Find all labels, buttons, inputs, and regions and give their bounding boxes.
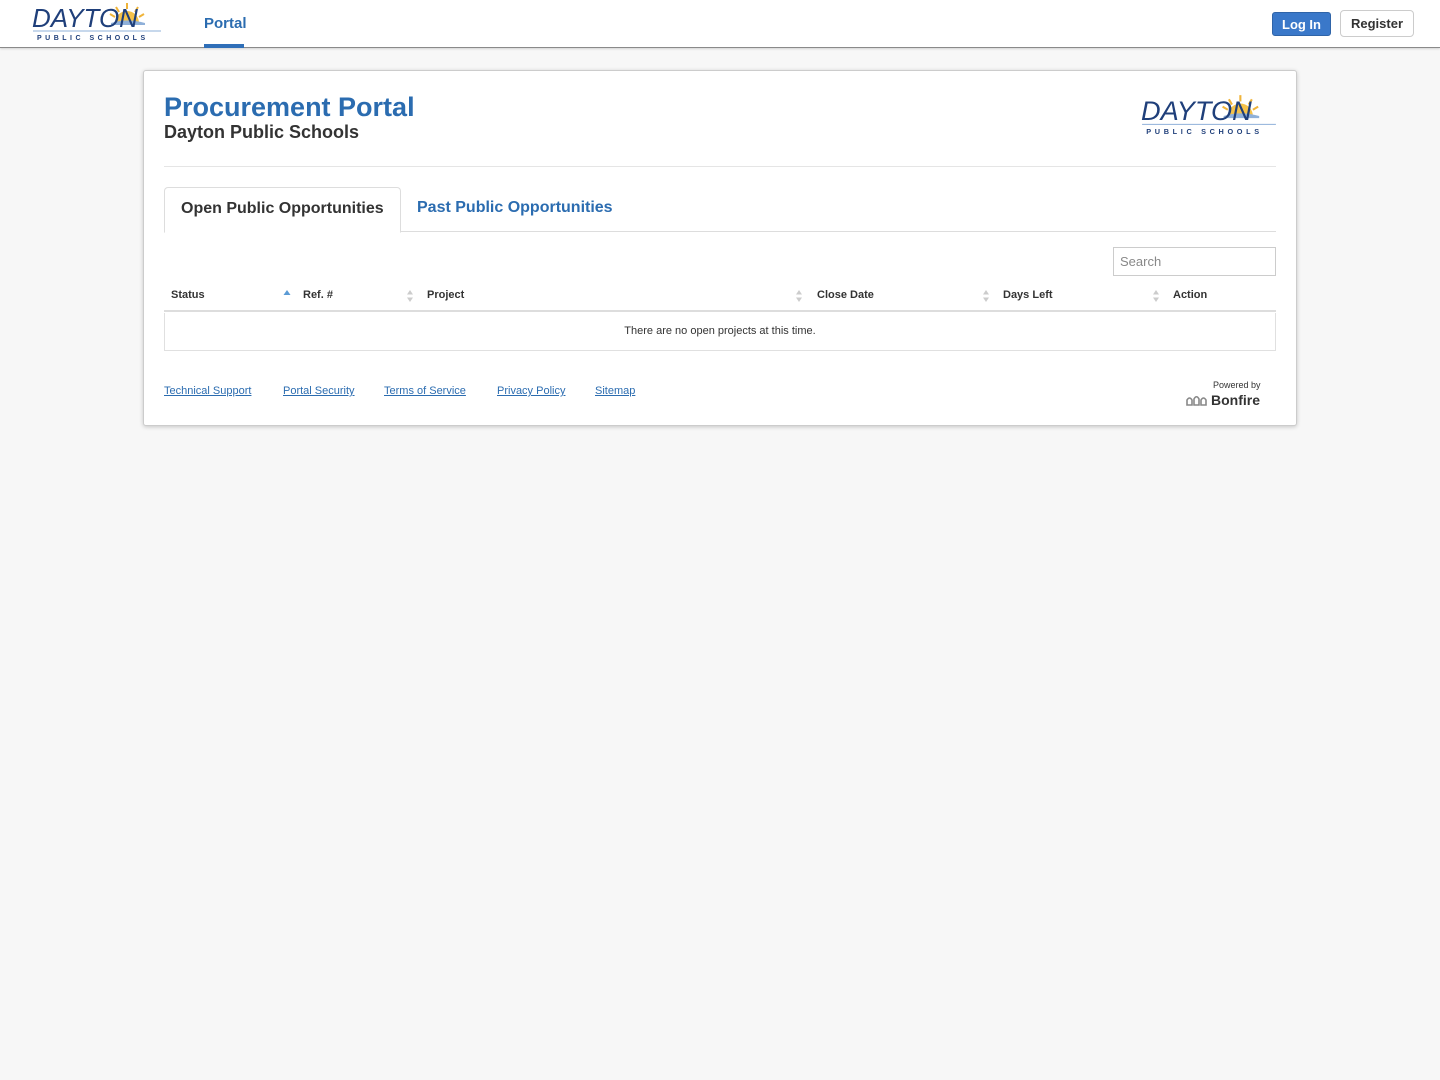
- portal-card: Procurement Portal Dayton Public Schools…: [143, 70, 1297, 426]
- sort-icon[interactable]: [1152, 289, 1160, 303]
- dayton-card-logo: DAYTON PUBLIC SCHOOLS: [1141, 95, 1276, 136]
- sort-ascending-icon[interactable]: [283, 289, 291, 303]
- column-action[interactable]: Action: [1173, 289, 1207, 301]
- column-close-date[interactable]: Close Date: [817, 289, 874, 301]
- sort-icon[interactable]: [982, 289, 990, 303]
- sort-icon[interactable]: [406, 289, 414, 303]
- column-days-left[interactable]: Days Left: [1003, 289, 1053, 301]
- link-portal-security[interactable]: Portal Security: [283, 385, 355, 397]
- bonfire-wordmark: Bonfire: [1211, 392, 1260, 408]
- dayton-logo[interactable]: DAYTON PUBLIC SCHOOLS: [31, 1, 163, 43]
- link-terms-of-service[interactable]: Terms of Service: [384, 385, 466, 397]
- login-button[interactable]: Log In: [1272, 12, 1331, 36]
- divider: [164, 166, 1276, 167]
- nav-portal[interactable]: Portal: [204, 15, 247, 32]
- column-status[interactable]: Status: [171, 289, 205, 301]
- column-project[interactable]: Project: [427, 289, 464, 301]
- search-input[interactable]: [1113, 247, 1276, 276]
- logo-subtext: PUBLIC SCHOOLS: [37, 35, 149, 42]
- column-ref[interactable]: Ref. #: [303, 289, 333, 301]
- register-button[interactable]: Register: [1340, 10, 1414, 37]
- link-technical-support[interactable]: Technical Support: [164, 385, 251, 397]
- table-header: Status Ref. # Project Close Date Days Le…: [164, 281, 1276, 312]
- link-sitemap[interactable]: Sitemap: [595, 385, 635, 397]
- tab-open-opportunities[interactable]: Open Public Opportunities: [164, 187, 401, 233]
- top-navbar: DAYTON PUBLIC SCHOOLS Portal Log In Regi…: [0, 0, 1440, 48]
- logo-wordmark: DAYTON: [32, 3, 138, 33]
- link-privacy-policy[interactable]: Privacy Policy: [497, 385, 565, 397]
- bonfire-brand[interactable]: Bonfire: [1186, 391, 1260, 409]
- page-subtitle: Dayton Public Schools: [164, 122, 360, 142]
- bonfire-flame-icon: [1186, 395, 1207, 406]
- opportunity-tabs: Open Public Opportunities Past Public Op…: [164, 187, 1276, 233]
- nav-active-indicator: [204, 44, 244, 48]
- logo-wordmark: DAYTON: [1141, 95, 1252, 126]
- empty-table-message: There are no open projects at this time.: [624, 325, 816, 337]
- logo-subtext: PUBLIC SCHOOLS: [1146, 127, 1263, 136]
- sort-icon[interactable]: [795, 289, 803, 303]
- table-body: There are no open projects at this time.: [164, 313, 1276, 351]
- powered-by-label: Powered by: [1213, 380, 1261, 390]
- tab-past-opportunities[interactable]: Past Public Opportunities: [401, 187, 629, 232]
- page-title: Procurement Portal: [164, 92, 415, 122]
